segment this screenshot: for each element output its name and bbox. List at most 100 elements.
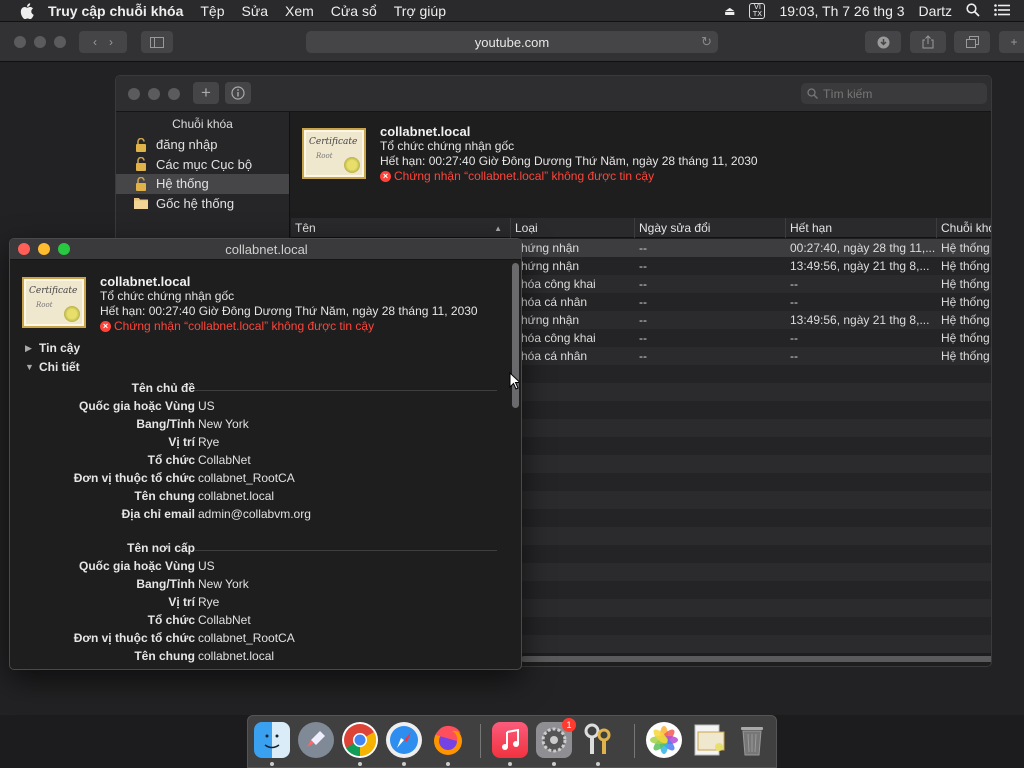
column-date-modified[interactable]: Ngày sửa đổi [635,218,786,238]
column-kind[interactable]: Loại [511,218,635,238]
sidebar-item-label: Các mục Cục bộ [156,156,253,172]
column-expires[interactable]: Hết hạn [786,218,937,238]
keychain-access-running-indicator [596,762,600,766]
keychain-search-input[interactable]: Tìm kiếm [801,83,987,104]
details-label: Chi tiết [39,360,80,374]
sidebar-item-system[interactable]: Hệ thống [116,174,289,194]
lock-open-icon [134,157,148,172]
plus-icon: + [1010,35,1018,49]
cell-modified: -- [639,331,647,345]
photos-icon[interactable] [646,722,682,758]
user-menu[interactable]: Dartz [919,3,952,19]
subject-field-value: collabnet_RootCA [198,471,295,485]
details-disclosure[interactable]: ▼ Chi tiết [25,360,80,374]
sidebar-item-login[interactable]: đăng nhập [116,135,289,155]
sidebar-icon [150,36,164,48]
column-name[interactable]: Tên ▲ [291,218,511,238]
safari-icon[interactable] [386,722,422,758]
system-preferences-running-indicator [552,762,556,766]
cell-kind: khóa cá nhân [515,295,588,309]
app-menu[interactable]: Truy cập chuỗi khóa [48,3,183,19]
spotlight-search-icon[interactable] [966,2,980,20]
music-icon[interactable] [492,722,528,758]
column-label: Hết hạn [790,221,833,235]
safari-close-button[interactable] [14,36,26,48]
cell-expires: 00:27:40, ngày 28 thg 11,... [790,241,936,255]
launchpad-icon[interactable] [298,722,334,758]
keychain-minimize-button[interactable] [148,88,160,100]
clock[interactable]: 19:03, Th 7 26 thg 3 [779,3,904,19]
back-forward-buttons[interactable]: ‹ › [79,31,127,53]
cert-name: collabnet.local [100,274,191,289]
search-icon [807,88,818,99]
certificate-icon-subtext: Root [316,152,333,160]
trash-icon[interactable] [734,722,770,758]
add-item-button[interactable]: + [193,82,219,104]
apple-menu-icon[interactable] [18,2,36,20]
subject-field-value: admin@collabvm.org [198,507,311,521]
subject-field-label: Địa chỉ email [121,507,195,521]
menu-file[interactable]: Tệp [200,3,224,19]
sidebar-item-local-items[interactable]: Các mục Cục bộ [116,155,289,175]
disclosure-down-icon: ▼ [25,362,34,372]
detail-vertical-scrollbar[interactable] [512,263,519,669]
zoom-button[interactable] [58,243,70,255]
certificate-icon: Certificate Root [302,128,366,179]
folder-icon [134,196,148,210]
tabs-icon [965,36,979,48]
dock-separator [480,724,481,758]
issuer-field-label: Địa chỉ email [10,667,195,669]
column-keychain[interactable]: Chuỗi khóa [937,218,991,238]
menu-window[interactable]: Cửa sổ [331,3,377,19]
summary-text: collabnet.local Tổ chức chứng nhận gốc H… [380,124,758,184]
back-icon[interactable]: ‹ [93,35,97,49]
chrome-running-indicator [358,762,362,766]
finder-icon[interactable] [254,722,290,758]
keychain-close-button[interactable] [128,88,140,100]
firefox-icon[interactable] [430,722,466,758]
close-button[interactable] [18,243,30,255]
url-text: youtube.com [474,34,550,50]
sidebar-item-system-roots[interactable]: Gốc hệ thống [116,194,289,214]
trust-disclosure[interactable]: ▶ Tin cậy [25,341,80,355]
forward-icon[interactable]: › [109,35,113,49]
certificate-icon-text: Certificate [29,286,78,296]
menu-view[interactable]: Xem [285,3,314,19]
cell-keychain: Hệ thống [941,277,990,291]
system-preferences-icon[interactable]: 1 [536,718,576,758]
subject-field-value: collabnet.local [198,489,275,503]
tabs-overview-button[interactable] [954,31,990,53]
table-horizontal-scrollbar[interactable] [521,656,991,662]
safari-zoom-button[interactable] [54,36,66,48]
issuer-field-label: Vị trí [168,595,195,609]
minimize-button[interactable] [38,243,50,255]
new-tab-button[interactable]: + [999,31,1024,53]
cell-expires: 13:49:56, ngày 21 thg 8,... [790,313,930,327]
summary-error: × Chứng nhận “collabnet.local” không được… [380,169,758,184]
music-running-indicator [508,762,512,766]
share-button[interactable] [910,31,946,53]
keychain-zoom-button[interactable] [168,88,180,100]
safari-minimize-button[interactable] [34,36,46,48]
menu-edit[interactable]: Sửa [242,3,269,19]
issuer-field-label: Tên chung [134,649,195,663]
section-divider [195,390,497,391]
issuer-field-value: CollabNet [198,613,251,627]
certificate-file-icon[interactable] [690,722,726,758]
chrome-icon[interactable] [342,722,378,758]
sidebar-toggle-button[interactable] [141,31,173,53]
keychain-access-icon[interactable] [580,722,616,758]
menu-help[interactable]: Trợ giúp [394,3,446,19]
cell-kind: chứng nhận [515,313,580,327]
get-info-button[interactable] [225,82,251,104]
notification-center-icon[interactable] [994,3,1010,19]
eject-icon[interactable]: ⏏ [724,4,735,18]
reload-icon[interactable]: ↻ [701,34,712,50]
share-icon [922,35,934,49]
input-source-icon[interactable]: VI TX [749,3,766,19]
downloads-button[interactable] [865,31,901,53]
certificate-detail-window: collabnet.local Certificate Root collabn… [9,238,522,670]
address-bar[interactable]: youtube.com ↻ [306,31,718,53]
cell-expires: -- [790,295,798,309]
sort-ascending-icon: ▲ [494,223,502,233]
